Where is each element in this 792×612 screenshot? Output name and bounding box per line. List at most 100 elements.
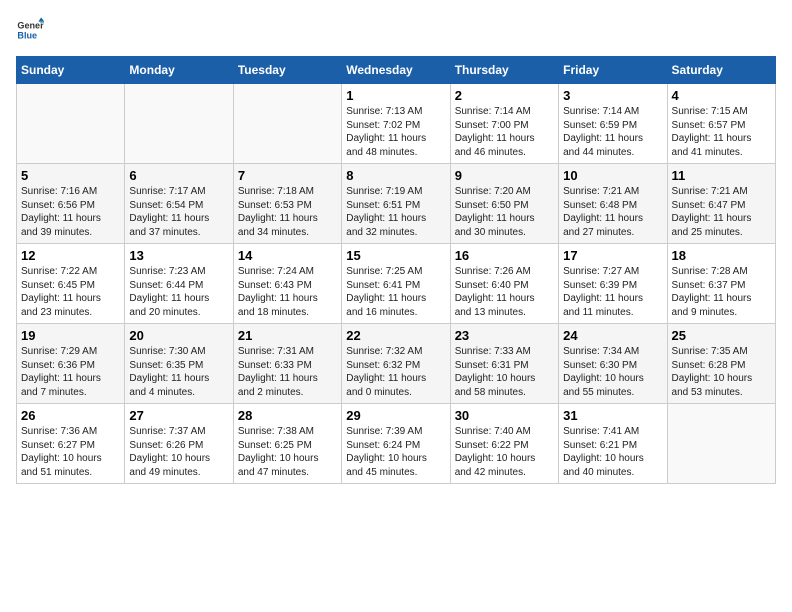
day-info: Sunrise: 7:30 AM Sunset: 6:35 PM Dayligh… <box>129 345 228 399</box>
calendar-cell <box>17 84 125 164</box>
weekday-sunday: Sunday <box>17 57 125 84</box>
calendar-cell <box>125 84 233 164</box>
calendar-cell: 27 Sunrise: 7:37 AM Sunset: 6:26 PM Dayli… <box>125 404 233 484</box>
day-number: 9 <box>455 168 554 183</box>
day-info: Sunrise: 7:14 AM Sunset: 7:00 PM Dayligh… <box>455 105 554 159</box>
day-info: Sunrise: 7:41 AM Sunset: 6:21 PM Dayligh… <box>563 425 662 479</box>
day-info: Sunrise: 7:24 AM Sunset: 6:43 PM Dayligh… <box>238 265 337 319</box>
calendar-cell: 13 Sunrise: 7:23 AM Sunset: 6:44 PM Dayli… <box>125 244 233 324</box>
logo: General Blue <box>16 16 48 44</box>
day-info: Sunrise: 7:36 AM Sunset: 6:27 PM Dayligh… <box>21 425 120 479</box>
day-number: 5 <box>21 168 120 183</box>
day-info: Sunrise: 7:17 AM Sunset: 6:54 PM Dayligh… <box>129 185 228 239</box>
calendar-week-1: 1Sunrise: 7:13 AM Sunset: 7:02 PM Daylig… <box>17 84 776 164</box>
day-number: 14 <box>238 248 337 263</box>
calendar-cell: 10 Sunrise: 7:21 AM Sunset: 6:48 PM Dayli… <box>559 164 667 244</box>
day-info: Sunrise: 7:29 AM Sunset: 6:36 PM Dayligh… <box>21 345 120 399</box>
day-number: 7 <box>238 168 337 183</box>
weekday-monday: Monday <box>125 57 233 84</box>
day-info: Sunrise: 7:21 AM Sunset: 6:48 PM Dayligh… <box>563 185 662 239</box>
weekday-header-row: SundayMondayTuesdayWednesdayThursdayFrid… <box>17 57 776 84</box>
page-header: General Blue <box>16 16 776 44</box>
calendar-cell: 18 Sunrise: 7:28 AM Sunset: 6:37 PM Dayli… <box>667 244 775 324</box>
day-number: 10 <box>563 168 662 183</box>
day-number: 11 <box>672 168 771 183</box>
day-number: 22 <box>346 328 445 343</box>
day-info: Sunrise: 7:25 AM Sunset: 6:41 PM Dayligh… <box>346 265 445 319</box>
day-info: Sunrise: 7:19 AM Sunset: 6:51 PM Dayligh… <box>346 185 445 239</box>
calendar-cell: 11Sunrise: 7:21 AM Sunset: 6:47 PM Dayli… <box>667 164 775 244</box>
calendar-cell: 19 Sunrise: 7:29 AM Sunset: 6:36 PM Dayli… <box>17 324 125 404</box>
calendar-body: 1Sunrise: 7:13 AM Sunset: 7:02 PM Daylig… <box>17 84 776 484</box>
day-number: 4 <box>672 88 771 103</box>
day-info: Sunrise: 7:40 AM Sunset: 6:22 PM Dayligh… <box>455 425 554 479</box>
calendar-week-5: 26 Sunrise: 7:36 AM Sunset: 6:27 PM Dayli… <box>17 404 776 484</box>
calendar-week-3: 12Sunrise: 7:22 AM Sunset: 6:45 PM Dayli… <box>17 244 776 324</box>
day-number: 16 <box>455 248 554 263</box>
day-number: 27 <box>129 408 228 423</box>
day-info: Sunrise: 7:26 AM Sunset: 6:40 PM Dayligh… <box>455 265 554 319</box>
day-info: Sunrise: 7:39 AM Sunset: 6:24 PM Dayligh… <box>346 425 445 479</box>
calendar-cell: 22 Sunrise: 7:32 AM Sunset: 6:32 PM Dayli… <box>342 324 450 404</box>
calendar-cell: 31 Sunrise: 7:41 AM Sunset: 6:21 PM Dayli… <box>559 404 667 484</box>
calendar-cell: 15 Sunrise: 7:25 AM Sunset: 6:41 PM Dayli… <box>342 244 450 324</box>
day-number: 15 <box>346 248 445 263</box>
calendar-table: SundayMondayTuesdayWednesdayThursdayFrid… <box>16 56 776 484</box>
day-info: Sunrise: 7:31 AM Sunset: 6:33 PM Dayligh… <box>238 345 337 399</box>
calendar-cell <box>667 404 775 484</box>
calendar-cell: 25 Sunrise: 7:35 AM Sunset: 6:28 PM Dayli… <box>667 324 775 404</box>
calendar-cell: 1Sunrise: 7:13 AM Sunset: 7:02 PM Daylig… <box>342 84 450 164</box>
day-info: Sunrise: 7:37 AM Sunset: 6:26 PM Dayligh… <box>129 425 228 479</box>
day-info: Sunrise: 7:23 AM Sunset: 6:44 PM Dayligh… <box>129 265 228 319</box>
calendar-cell: 6Sunrise: 7:17 AM Sunset: 6:54 PM Daylig… <box>125 164 233 244</box>
day-number: 21 <box>238 328 337 343</box>
day-info: Sunrise: 7:28 AM Sunset: 6:37 PM Dayligh… <box>672 265 771 319</box>
calendar-cell: 16 Sunrise: 7:26 AM Sunset: 6:40 PM Dayli… <box>450 244 558 324</box>
weekday-friday: Friday <box>559 57 667 84</box>
calendar-cell: 3 Sunrise: 7:14 AM Sunset: 6:59 PM Daylig… <box>559 84 667 164</box>
calendar-cell: 30 Sunrise: 7:40 AM Sunset: 6:22 PM Dayli… <box>450 404 558 484</box>
svg-text:General: General <box>17 21 44 31</box>
calendar-cell: 20Sunrise: 7:30 AM Sunset: 6:35 PM Dayli… <box>125 324 233 404</box>
day-number: 3 <box>563 88 662 103</box>
day-number: 19 <box>21 328 120 343</box>
calendar-cell: 28 Sunrise: 7:38 AM Sunset: 6:25 PM Dayli… <box>233 404 341 484</box>
calendar-cell: 7 Sunrise: 7:18 AM Sunset: 6:53 PM Daylig… <box>233 164 341 244</box>
calendar-cell <box>233 84 341 164</box>
calendar-cell: 23 Sunrise: 7:33 AM Sunset: 6:31 PM Dayli… <box>450 324 558 404</box>
weekday-wednesday: Wednesday <box>342 57 450 84</box>
day-info: Sunrise: 7:33 AM Sunset: 6:31 PM Dayligh… <box>455 345 554 399</box>
day-number: 28 <box>238 408 337 423</box>
day-info: Sunrise: 7:14 AM Sunset: 6:59 PM Dayligh… <box>563 105 662 159</box>
day-number: 26 <box>21 408 120 423</box>
day-info: Sunrise: 7:18 AM Sunset: 6:53 PM Dayligh… <box>238 185 337 239</box>
day-number: 31 <box>563 408 662 423</box>
day-number: 30 <box>455 408 554 423</box>
day-info: Sunrise: 7:13 AM Sunset: 7:02 PM Dayligh… <box>346 105 445 159</box>
logo-icon: General Blue <box>16 16 44 44</box>
calendar-cell: 4 Sunrise: 7:15 AM Sunset: 6:57 PM Daylig… <box>667 84 775 164</box>
day-number: 12 <box>21 248 120 263</box>
day-number: 18 <box>672 248 771 263</box>
calendar-cell: 24 Sunrise: 7:34 AM Sunset: 6:30 PM Dayli… <box>559 324 667 404</box>
day-info: Sunrise: 7:15 AM Sunset: 6:57 PM Dayligh… <box>672 105 771 159</box>
day-info: Sunrise: 7:16 AM Sunset: 6:56 PM Dayligh… <box>21 185 120 239</box>
weekday-tuesday: Tuesday <box>233 57 341 84</box>
calendar-cell: 17Sunrise: 7:27 AM Sunset: 6:39 PM Dayli… <box>559 244 667 324</box>
day-number: 25 <box>672 328 771 343</box>
day-info: Sunrise: 7:35 AM Sunset: 6:28 PM Dayligh… <box>672 345 771 399</box>
weekday-saturday: Saturday <box>667 57 775 84</box>
calendar-cell: 26 Sunrise: 7:36 AM Sunset: 6:27 PM Dayli… <box>17 404 125 484</box>
calendar-cell: 21 Sunrise: 7:31 AM Sunset: 6:33 PM Dayli… <box>233 324 341 404</box>
day-info: Sunrise: 7:32 AM Sunset: 6:32 PM Dayligh… <box>346 345 445 399</box>
day-number: 23 <box>455 328 554 343</box>
day-number: 8 <box>346 168 445 183</box>
day-number: 24 <box>563 328 662 343</box>
day-info: Sunrise: 7:34 AM Sunset: 6:30 PM Dayligh… <box>563 345 662 399</box>
day-number: 13 <box>129 248 228 263</box>
calendar-week-4: 19 Sunrise: 7:29 AM Sunset: 6:36 PM Dayli… <box>17 324 776 404</box>
day-info: Sunrise: 7:27 AM Sunset: 6:39 PM Dayligh… <box>563 265 662 319</box>
day-number: 2 <box>455 88 554 103</box>
day-info: Sunrise: 7:38 AM Sunset: 6:25 PM Dayligh… <box>238 425 337 479</box>
calendar-cell: 5 Sunrise: 7:16 AM Sunset: 6:56 PM Daylig… <box>17 164 125 244</box>
